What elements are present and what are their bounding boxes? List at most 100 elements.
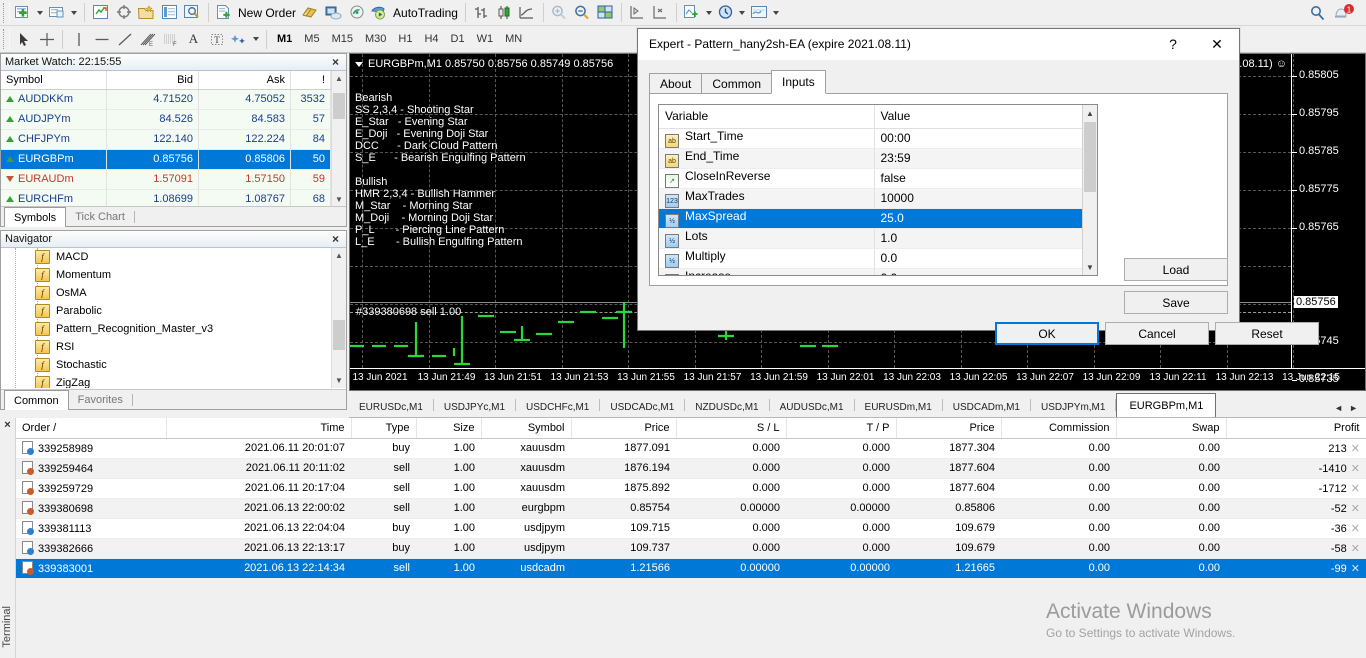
zoom-in-icon[interactable]: [548, 2, 571, 24]
timeframe-d1[interactable]: D1: [445, 33, 471, 45]
text-tool[interactable]: A: [182, 28, 205, 50]
input-row[interactable]: ab End_Time 23:59: [659, 148, 1085, 169]
trade-col-price[interactable]: Price: [571, 418, 677, 439]
trade-col-commission[interactable]: Commission: [1001, 418, 1117, 439]
trade-col-time[interactable]: Time: [166, 418, 352, 439]
time-axis[interactable]: 13 Jun 2021 13 Jun 21:49 13 Jun 21:51 13 Ju…: [350, 368, 1365, 390]
timeframe-h4[interactable]: H4: [418, 33, 444, 45]
input-row[interactable]: ½Increase0.0: [659, 268, 1085, 275]
close-order-icon[interactable]: ✕: [1347, 483, 1360, 495]
bar-chart-icon[interactable]: [470, 2, 493, 24]
navigator-item[interactable]: f RSI: [1, 338, 346, 356]
zoom-out-icon[interactable]: [571, 2, 594, 24]
close-order-icon[interactable]: ✕: [1347, 463, 1360, 475]
tab-about[interactable]: About: [649, 73, 703, 94]
input-value[interactable]: 25.0: [874, 208, 1085, 229]
market-watch-row[interactable]: EURCHFm 1.08699 1.08767 68: [1, 189, 331, 207]
autoscroll-icon[interactable]: [626, 2, 649, 24]
tab-common[interactable]: Common: [4, 390, 69, 410]
input-value[interactable]: false: [874, 168, 1085, 189]
chart-tab-eurusdc[interactable]: EURUSDc,M1: [349, 397, 433, 417]
templates-icon[interactable]: [748, 2, 782, 24]
table-row[interactable]: 339259464 2021.06.11 20:11:02 sell 1.00 xauu…: [16, 458, 1366, 479]
search-icon[interactable]: [1306, 2, 1330, 24]
toolbar-grip[interactable]: [3, 29, 10, 49]
market-watch-row[interactable]: CHFJPYm 122.140 122.224 84: [1, 129, 331, 150]
close-order-icon[interactable]: ✕: [1347, 503, 1360, 515]
scroll-down-icon[interactable]: ▼: [332, 192, 346, 207]
chart-tab-eurgbpm[interactable]: EURGBPm,M1: [1116, 393, 1217, 417]
text-label-tool[interactable]: T: [205, 28, 228, 50]
candlestick-chart-icon[interactable]: [493, 2, 516, 24]
navigator-item[interactable]: f MACD: [1, 248, 346, 266]
mw-col-[interactable]: !: [290, 71, 331, 90]
new-chart-button[interactable]: [12, 2, 46, 24]
inputs-scrollbar[interactable]: ▲ ▼: [1082, 105, 1097, 275]
table-row[interactable]: 339380698 2021.06.13 22:00:02 sell 1.00 eurg…: [16, 498, 1366, 519]
timeframe-m1[interactable]: M1: [271, 33, 298, 45]
trade-col-type[interactable]: Type: [351, 418, 417, 439]
input-row[interactable]: ab Start_Time 00:00: [659, 128, 1085, 149]
navigator-item[interactable]: f Parabolic: [1, 302, 346, 320]
mw-col-symbol[interactable]: Symbol: [1, 71, 107, 90]
cursor-tool[interactable]: [12, 28, 35, 50]
close-icon[interactable]: ✕: [1195, 29, 1239, 59]
trade-col-sl[interactable]: S / L: [676, 418, 787, 439]
chart-tab-usdcadm[interactable]: USDCADm,M1: [943, 397, 1030, 417]
scroll-up-icon[interactable]: ▲: [332, 248, 346, 263]
close-icon[interactable]: ×: [329, 55, 342, 69]
market-watch-row[interactable]: EURGBPm 0.85756 0.85806 50: [1, 149, 331, 170]
market-watch-button[interactable]: [89, 2, 112, 24]
table-row[interactable]: 339259729 2021.06.11 20:17:04 sell 1.00 xauu…: [16, 478, 1366, 499]
timeframe-h1[interactable]: H1: [392, 33, 418, 45]
expert-properties-dialog[interactable]: Expert - Pattern_hany2sh-EA (expire 2021…: [637, 28, 1319, 345]
chart-tab-audusdc[interactable]: AUDUSDc,M1: [770, 397, 854, 417]
market-watch-scrollbar[interactable]: ▲ ▼: [331, 71, 346, 207]
fibonacci-tool[interactable]: F: [159, 28, 182, 50]
scroll-down-icon[interactable]: ▼: [332, 373, 346, 388]
horizontal-line-tool[interactable]: [90, 28, 113, 50]
input-row[interactable]: 123 MaxTrades 10000: [659, 188, 1085, 209]
scroll-thumb[interactable]: [333, 93, 345, 119]
line-chart-icon[interactable]: [516, 2, 539, 24]
input-row[interactable]: ½ Lots 1.0: [659, 228, 1085, 249]
grid-icon[interactable]: [594, 2, 617, 24]
close-order-icon[interactable]: ✕: [1347, 523, 1360, 535]
market-watch-row[interactable]: EURAUDm 1.57091 1.57150 59: [1, 169, 331, 190]
timeframe-m5[interactable]: M5: [298, 33, 325, 45]
chart-tab-usdcadc[interactable]: USDCADc,M1: [600, 397, 684, 417]
input-value[interactable]: 00:00: [874, 128, 1085, 149]
navigator-item[interactable]: f OsMA: [1, 284, 346, 302]
tab-scroll-right-icon[interactable]: ►: [1349, 403, 1358, 413]
navigator-item[interactable]: f Stochastic: [1, 356, 346, 374]
autotrading-button[interactable]: AutoTrading: [368, 2, 461, 24]
trade-col-size[interactable]: Size: [416, 418, 482, 439]
input-row[interactable]: ½ Multiply 0.0: [659, 248, 1085, 269]
tab-favorites[interactable]: Favorites: [69, 390, 132, 409]
chart-tab-usdjpym[interactable]: USDJPYm,M1: [1031, 397, 1115, 417]
timeframe-w1[interactable]: W1: [471, 33, 500, 45]
table-row[interactable]: 339382666 2021.06.13 22:13:17 buy 1.00 usdjp…: [16, 538, 1366, 559]
trade-col-symbol[interactable]: Symbol: [481, 418, 572, 439]
terminal-button[interactable]: [158, 2, 181, 24]
signals-icon[interactable]: [345, 2, 368, 24]
trade-col-profit[interactable]: Profit: [1226, 418, 1366, 439]
cancel-button[interactable]: Cancel: [1105, 322, 1209, 345]
tab-tick-chart[interactable]: Tick Chart: [66, 207, 134, 226]
scroll-down-icon[interactable]: ▼: [1083, 259, 1097, 275]
price-axis[interactable]: 0.85805 0.85795 0.85785 0.85775 0.85765 0.857…: [1291, 54, 1365, 385]
scroll-up-icon[interactable]: ▲: [1083, 105, 1097, 121]
chart-menu-icon[interactable]: [355, 61, 363, 67]
timeframe-m15[interactable]: M15: [326, 33, 359, 45]
shapes-tool[interactable]: [228, 28, 262, 50]
chart-tab-usdjpyc[interactable]: USDJPYc,M1: [434, 397, 515, 417]
indicators-icon[interactable]: [681, 2, 715, 24]
tab-inputs[interactable]: Inputs: [771, 70, 826, 94]
save-button[interactable]: Save: [1124, 291, 1228, 314]
profiles-button[interactable]: [46, 2, 80, 24]
periods-icon[interactable]: [715, 2, 748, 24]
new-order-button[interactable]: New Order: [213, 2, 299, 24]
input-value[interactable]: 0.0: [874, 248, 1085, 269]
notifications-icon[interactable]: 1: [1330, 2, 1358, 24]
close-order-icon[interactable]: ✕: [1347, 543, 1360, 555]
